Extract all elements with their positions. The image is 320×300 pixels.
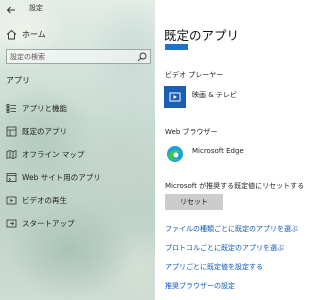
movies-tv-icon (164, 86, 186, 108)
search-input[interactable] (10, 51, 135, 62)
reset-button[interactable]: リセット (165, 194, 223, 210)
web-browser-heading: Web ブラウザー (165, 128, 218, 136)
title-bar: 設定 (0, 0, 155, 20)
startup-icon (6, 219, 17, 228)
video-player-selector[interactable]: 映画 & テレビ (164, 86, 294, 108)
apps-list-icon (6, 104, 16, 113)
edge-icon (164, 143, 186, 165)
web-browser-app-name: Microsoft Edge (192, 147, 244, 155)
back-button[interactable] (5, 4, 17, 16)
sidebar-item-video-playback[interactable]: ビデオの再生 (0, 192, 155, 210)
sidebar-item-home[interactable]: ホーム (0, 27, 155, 43)
sidebar-item-apps-features[interactable]: アプリと機能 (0, 100, 155, 118)
home-icon (6, 29, 17, 40)
link-choose-by-protocol[interactable]: プロトコルごとに既定のアプリを選ぶ (165, 243, 284, 253)
search-box[interactable] (6, 49, 151, 64)
window-title: 設定 (29, 4, 43, 12)
web-browser-selector[interactable]: Microsoft Edge (164, 143, 294, 165)
sidebar-item-website-apps[interactable]: Web サイト用のアプリ (0, 169, 155, 187)
video-player-app-name: 映画 & テレビ (192, 91, 237, 99)
sidebar-item-offline-maps[interactable]: オフライン マップ (0, 146, 155, 164)
video-player-heading: ビデオ プレーヤー (165, 71, 224, 79)
offline-map-icon (6, 149, 17, 160)
reset-caption: Microsoft が推奨する既定値にリセットする (165, 182, 305, 190)
main-content: 既定のアプリ ビデオ プレーヤー 映画 & テレビ Web ブラウザー Micr… (155, 0, 304, 300)
settings-sidebar: 設定 ホーム アプリ アプリと機能 既定のアプリ (0, 0, 155, 300)
link-set-defaults-by-app[interactable]: アプリごとに既定値を設定する (165, 262, 263, 272)
search-icon[interactable] (137, 52, 147, 62)
video-playback-icon (6, 196, 17, 205)
sidebar-item-label: ビデオの再生 (22, 196, 67, 205)
back-arrow-icon (6, 6, 15, 14)
sidebar-item-label: オフライン マップ (22, 150, 85, 159)
sidebar-item-startup[interactable]: スタートアップ (0, 215, 155, 233)
link-choose-by-file-type[interactable]: ファイルの種類ごとに既定のアプリを選ぶ (165, 224, 298, 234)
page-title: 既定のアプリ (164, 28, 240, 43)
section-label-apps: アプリ (6, 76, 30, 85)
sidebar-item-label: 既定のアプリ (22, 127, 67, 136)
website-apps-icon (6, 173, 17, 182)
sidebar-item-label: Web サイト用のアプリ (22, 173, 101, 182)
partial-scrolled-element (165, 44, 188, 50)
default-apps-icon (6, 126, 17, 137)
sidebar-item-label: スタートアップ (22, 219, 75, 228)
sidebar-item-default-apps[interactable]: 既定のアプリ (0, 123, 155, 141)
link-recommended-browser[interactable]: 推奨ブラウザーの設定 (165, 281, 235, 291)
sidebar-item-label: アプリと機能 (22, 104, 67, 113)
sidebar-item-label: ホーム (22, 30, 46, 39)
